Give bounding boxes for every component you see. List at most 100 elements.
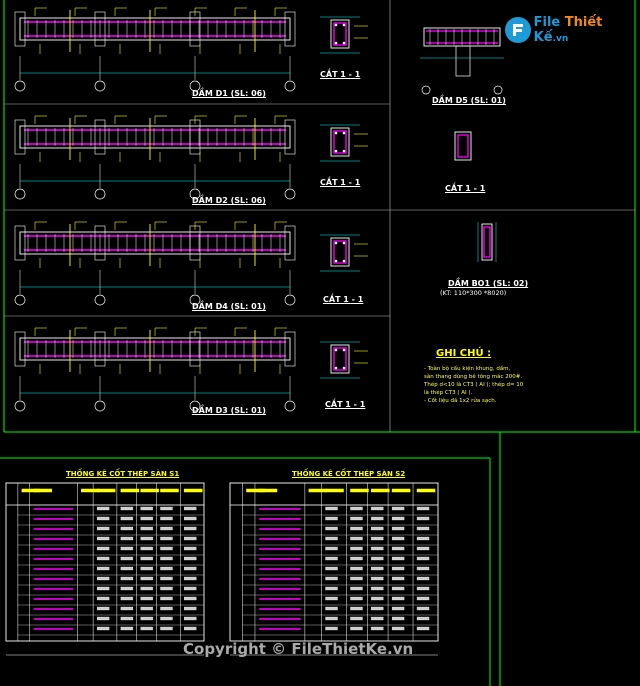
- header-text-mark: [371, 488, 390, 493]
- axis-bubble: [284, 80, 296, 92]
- axis-bubble: [284, 294, 296, 306]
- beam-section: [320, 341, 368, 379]
- beam-elevation: [14, 7, 296, 92]
- row-value-mark: [96, 606, 110, 611]
- row-value-mark: [416, 576, 430, 581]
- beam-section: [320, 16, 368, 54]
- row-value-mark: [140, 556, 153, 561]
- row-value-mark: [416, 526, 430, 531]
- header-text-mark: [308, 488, 328, 493]
- axis-bubble: [94, 188, 106, 200]
- axis-bubble: [14, 400, 26, 412]
- row-value-mark: [160, 616, 173, 621]
- beam-bo1-stirrup: [483, 226, 491, 258]
- row-value-mark: [350, 596, 363, 601]
- row-value-mark: [416, 566, 430, 571]
- section-stirrup: [333, 240, 347, 264]
- row-value-mark: [140, 516, 153, 521]
- row-value-mark: [416, 516, 430, 521]
- header-text-mark: [350, 488, 369, 493]
- row-value-mark: [160, 586, 173, 591]
- row-value-mark: [325, 606, 338, 611]
- row-value-mark: [160, 556, 173, 561]
- row-value-mark: [160, 606, 173, 611]
- row-value-mark: [120, 586, 134, 591]
- note-line-4: là thép CT3 ( AI ).: [424, 390, 473, 396]
- row-value-mark: [140, 576, 153, 581]
- row-value-mark: [371, 516, 384, 521]
- beam-bo1-dimensions: (KT: 110*300 *8020): [440, 289, 507, 297]
- logo-mark-icon: [505, 17, 531, 43]
- row-value-mark: [350, 606, 363, 611]
- table-title-s2: THỐNG KÊ CỐT THÉP SÀN S2: [292, 470, 406, 478]
- row-value-mark: [325, 566, 338, 571]
- beam-d5-axis-bubble: [421, 85, 431, 95]
- row-value-mark: [391, 626, 405, 631]
- row-value-mark: [391, 556, 405, 561]
- rebar-dot: [334, 131, 338, 135]
- section-stirrup: [333, 347, 347, 371]
- site-logo: File Thiết Kế.vn: [505, 15, 640, 45]
- row-value-mark: [416, 616, 430, 621]
- header-text-mark: [416, 488, 436, 493]
- row-value-mark: [350, 546, 363, 551]
- rebar-dot: [342, 259, 346, 263]
- beam-title-d5: DẦM D5 (SL: 01): [432, 96, 506, 105]
- logo-text: File Thiết Kế.vn: [533, 15, 603, 45]
- rebar-dot: [334, 149, 338, 153]
- row-value-mark: [96, 546, 110, 551]
- rebar-dot: [342, 23, 346, 27]
- row-value-mark: [416, 556, 430, 561]
- row-value-mark: [391, 536, 405, 541]
- rebar-dot: [334, 41, 338, 45]
- row-value-mark: [160, 566, 173, 571]
- axis-bubble: [94, 400, 106, 412]
- row-value-mark: [350, 526, 363, 531]
- rebar-dot: [342, 149, 346, 153]
- row-value-mark: [140, 586, 153, 591]
- section-title-d4: CẮT 1 - 1: [323, 295, 364, 304]
- rebar-dot: [334, 23, 338, 27]
- row-value-mark: [120, 576, 134, 581]
- beam-elevation: [14, 115, 296, 200]
- rebar-dot: [334, 241, 338, 245]
- row-value-mark: [184, 546, 197, 551]
- row-value-mark: [371, 546, 384, 551]
- axis-bubble: [284, 400, 296, 412]
- rebar-dot: [334, 259, 338, 263]
- row-value-mark: [325, 626, 338, 631]
- column-stub: [189, 119, 201, 155]
- row-value-mark: [416, 586, 430, 591]
- header-text-mark: [160, 488, 179, 493]
- row-value-mark: [184, 606, 197, 611]
- row-value-mark: [120, 566, 134, 571]
- header-text-mark: [33, 488, 53, 493]
- row-value-mark: [184, 556, 197, 561]
- row-value-mark: [160, 576, 173, 581]
- rebar-table: [229, 482, 439, 656]
- row-value-mark: [371, 566, 384, 571]
- row-value-mark: [325, 516, 338, 521]
- axis-bubble: [14, 188, 26, 200]
- rebar-tables: [5, 482, 439, 656]
- row-value-mark: [391, 566, 405, 571]
- row-value-mark: [160, 626, 173, 631]
- row-value-mark: [416, 546, 430, 551]
- row-value-mark: [140, 506, 153, 511]
- row-value-mark: [325, 506, 338, 511]
- row-value-mark: [140, 546, 153, 551]
- row-value-mark: [184, 626, 197, 631]
- row-value-mark: [96, 536, 110, 541]
- row-value-mark: [391, 586, 405, 591]
- row-value-mark: [96, 596, 110, 601]
- row-value-mark: [391, 596, 405, 601]
- row-value-mark: [391, 506, 405, 511]
- beam-title-bo1: DẦM BO1 (SL: 02): [448, 279, 529, 288]
- cad-drawing-canvas[interactable]: [0, 0, 640, 686]
- row-value-mark: [371, 626, 384, 631]
- beam-elevation: [14, 327, 296, 412]
- row-value-mark: [325, 616, 338, 621]
- row-value-mark: [184, 516, 197, 521]
- row-value-mark: [391, 576, 405, 581]
- row-value-mark: [96, 506, 110, 511]
